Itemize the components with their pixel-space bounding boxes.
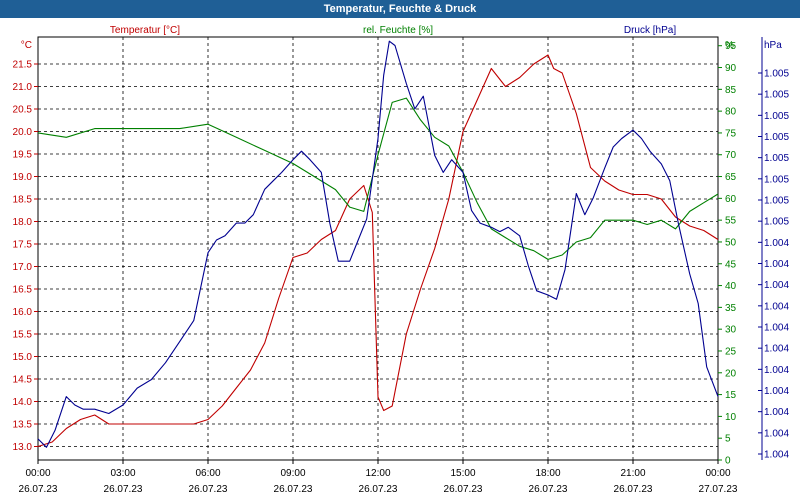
x-tick-date: 26.07.23 bbox=[614, 484, 653, 495]
temperature-tick-label: 13.5 bbox=[13, 420, 33, 431]
x-tick-date: 26.07.23 bbox=[274, 484, 313, 495]
chart-title: Temperatur, Feuchte & Druck bbox=[0, 0, 800, 18]
temperature-tick-label: 16.5 bbox=[13, 285, 33, 296]
temperature-tick-label: 14.5 bbox=[13, 375, 33, 386]
pressure-tick-label: 1.004 bbox=[764, 450, 789, 461]
temperature-tick-label: 20.0 bbox=[13, 127, 33, 138]
pressure-tick-label: 1.005 bbox=[764, 132, 789, 143]
x-tick-date: 26.07.23 bbox=[444, 484, 483, 495]
humidity-tick-label: 55 bbox=[725, 216, 737, 227]
humidity-tick-label: 85 bbox=[725, 85, 737, 96]
humidity-tick-label: 80 bbox=[725, 107, 737, 118]
pressure-axis-title: Druck [hPa] bbox=[624, 25, 676, 36]
humidity-tick-label: 45 bbox=[725, 259, 737, 270]
humidity-tick-label: 60 bbox=[725, 194, 737, 205]
x-tick-time: 15:00 bbox=[450, 468, 475, 479]
humidity-tick-label: 25 bbox=[725, 346, 737, 357]
humidity-unit: % bbox=[725, 40, 734, 51]
pressure-unit: hPa bbox=[764, 40, 782, 51]
temperature-tick-label: 14.0 bbox=[13, 397, 33, 408]
humidity-tick-label: 5 bbox=[725, 434, 731, 445]
x-tick-time: 03:00 bbox=[110, 468, 135, 479]
humidity-tick-label: 40 bbox=[725, 281, 737, 292]
humidity-tick-label: 70 bbox=[725, 150, 737, 161]
humidity-tick-label: 30 bbox=[725, 325, 737, 336]
pressure-tick-label: 1.004 bbox=[764, 280, 789, 291]
temperature-tick-label: 19.0 bbox=[13, 172, 33, 183]
pressure-tick-label: 1.004 bbox=[764, 301, 789, 312]
x-tick-time: 09:00 bbox=[280, 468, 305, 479]
humidity-axis-title: rel. Feuchte [%] bbox=[363, 25, 433, 36]
temperature-tick-label: 15.5 bbox=[13, 330, 33, 341]
pressure-tick-label: 1.005 bbox=[764, 153, 789, 164]
pressure-tick-label: 1.005 bbox=[764, 90, 789, 101]
pressure-tick-label: 1.005 bbox=[764, 174, 789, 185]
pressure-tick-label: 1.005 bbox=[764, 217, 789, 228]
humidity-tick-label: 90 bbox=[725, 63, 737, 74]
temperature-tick-label: 18.5 bbox=[13, 195, 33, 206]
humidity-tick-label: 50 bbox=[725, 237, 737, 248]
temperature-tick-label: 20.5 bbox=[13, 105, 33, 116]
temperature-tick-label: 13.0 bbox=[13, 442, 33, 453]
temperature-tick-label: 15.0 bbox=[13, 352, 33, 363]
x-tick-time: 06:00 bbox=[195, 468, 220, 479]
x-tick-date: 26.07.23 bbox=[359, 484, 398, 495]
temperature-series-line bbox=[37, 54, 719, 448]
x-tick-time: 00:00 bbox=[25, 468, 50, 479]
pressure-tick-label: 1.005 bbox=[764, 111, 789, 122]
x-tick-date: 26.07.23 bbox=[189, 484, 228, 495]
x-tick-time: 21:00 bbox=[620, 468, 645, 479]
x-tick-time: 18:00 bbox=[535, 468, 560, 479]
pressure-tick-label: 1.004 bbox=[764, 259, 789, 270]
pressure-tick-label: 1.004 bbox=[764, 238, 789, 249]
temperature-tick-label: 21.0 bbox=[13, 82, 33, 93]
temperature-axis-title: Temperatur [°C] bbox=[110, 25, 180, 36]
temperature-tick-label: 17.5 bbox=[13, 240, 33, 251]
x-tick-date: 26.07.23 bbox=[104, 484, 143, 495]
pressure-tick-label: 1.005 bbox=[764, 69, 789, 80]
x-tick-date: 27.07.23 bbox=[699, 484, 738, 495]
chart-canvas: 21.5 21.0 20.5 20.0 19.5 19.0 18.5 18.0 17.5 17.0… bbox=[13, 25, 790, 495]
pressure-tick-label: 1.004 bbox=[764, 386, 789, 397]
pressure-tick-label: 1.005 bbox=[764, 196, 789, 207]
temperature-tick-label: 18.0 bbox=[13, 217, 33, 228]
x-tick-date: 26.07.23 bbox=[19, 484, 58, 495]
temperature-tick-label: 19.5 bbox=[13, 150, 33, 161]
x-tick-time: 12:00 bbox=[365, 468, 390, 479]
pressure-tick-label: 1.004 bbox=[764, 365, 789, 376]
temperature-tick-label: 21.5 bbox=[13, 60, 33, 71]
temperature-tick-label: 16.0 bbox=[13, 307, 33, 318]
pressure-tick-label: 1.004 bbox=[764, 407, 789, 418]
humidity-tick-label: 75 bbox=[725, 128, 737, 139]
temperature-unit: °C bbox=[21, 40, 32, 51]
pressure-tick-label: 1.004 bbox=[764, 428, 789, 439]
x-tick-date: 26.07.23 bbox=[529, 484, 568, 495]
pressure-tick-label: 1.004 bbox=[764, 344, 789, 355]
humidity-tick-label: 10 bbox=[725, 412, 737, 423]
temperature-tick-label: 17.0 bbox=[13, 262, 33, 273]
pressure-tick-label: 1.004 bbox=[764, 323, 789, 334]
humidity-tick-label: 20 bbox=[725, 368, 737, 379]
humidity-tick-label: 15 bbox=[725, 390, 737, 401]
humidity-tick-label: 35 bbox=[725, 303, 737, 314]
humidity-tick-label: 0 bbox=[725, 456, 731, 467]
humidity-tick-label: 65 bbox=[725, 172, 737, 183]
x-tick-time: 00:00 bbox=[705, 468, 730, 479]
